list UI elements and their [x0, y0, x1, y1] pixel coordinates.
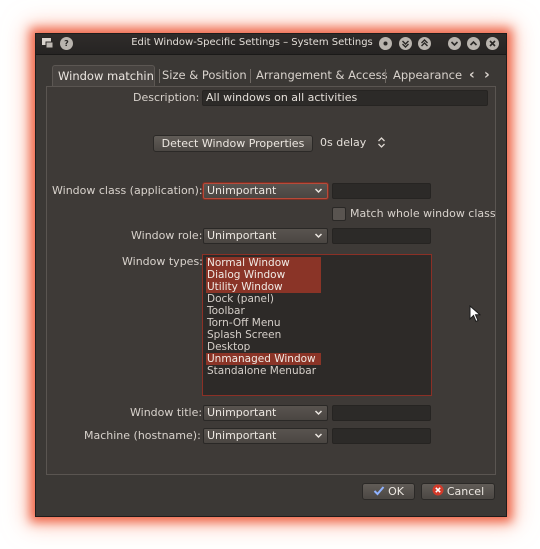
window-matching-panel: Description: All windows on all activiti… [46, 86, 496, 475]
window-role-value: Unimportant [207, 229, 277, 242]
tab-separator [385, 69, 386, 83]
on-all-desktops-icon[interactable] [379, 37, 392, 50]
window-role-label: Window role: [131, 229, 203, 242]
settings-dialog: ? Edit Window-Specific Settings – System… [35, 33, 507, 517]
tab-scroll-left-icon[interactable]: ‹ [469, 65, 475, 87]
chevron-down-icon [314, 406, 323, 425]
tab-arrangement-access[interactable]: Arrangement & Access [256, 65, 388, 87]
machine-value: Unimportant [207, 429, 277, 442]
tab-scroll-right-icon[interactable]: › [484, 65, 490, 87]
window-title-value: Unimportant [207, 406, 277, 419]
delay-spinbox[interactable]: 0s delay [317, 135, 387, 151]
window-types-list[interactable]: Normal Window Dialog Window Utility Wind… [202, 254, 432, 396]
tab-separator [250, 69, 251, 83]
tab-appearance[interactable]: Appearance & [393, 65, 466, 87]
list-item[interactable]: Dialog Window [206, 269, 321, 281]
list-item[interactable]: Normal Window [206, 257, 321, 269]
maximize-icon[interactable] [467, 37, 480, 50]
window-title-input[interactable] [332, 405, 431, 421]
cancel-label: Cancel [446, 485, 485, 498]
minimize-icon[interactable] [448, 37, 461, 50]
list-item[interactable]: Torn-Off Menu [206, 317, 321, 329]
window-title-combo[interactable]: Unimportant [203, 405, 328, 421]
cancel-button[interactable]: Cancel [421, 483, 495, 500]
tab-size-position[interactable]: Size & Position [162, 65, 247, 87]
list-item[interactable]: Dock (panel) [206, 293, 321, 305]
window-title-label: Window title: [130, 406, 203, 419]
tab-bar: Window matching Size & Position Arrangem… [46, 65, 496, 87]
delay-value: 0s delay [320, 136, 367, 149]
description-field[interactable]: All windows on all activities [202, 90, 488, 106]
list-item[interactable]: Standalone Menubar [206, 365, 321, 377]
window-class-value: Unimportant [207, 184, 277, 197]
machine-input[interactable] [332, 428, 431, 444]
list-item[interactable]: Unmanaged Window [206, 353, 321, 365]
close-icon[interactable] [486, 37, 499, 50]
help-icon[interactable]: ? [60, 37, 73, 50]
app-menu-icon[interactable] [41, 37, 54, 49]
keep-below-icon[interactable] [399, 37, 412, 50]
match-whole-class-label[interactable]: Match whole window class [350, 207, 496, 220]
chevron-down-icon [314, 184, 323, 203]
tab-separator [159, 69, 160, 83]
list-item[interactable]: Toolbar [206, 305, 321, 317]
ok-label: OK [388, 485, 404, 498]
window-title: Edit Window-Specific Settings – System S… [131, 37, 373, 48]
list-item[interactable]: Utility Window [206, 281, 321, 293]
window-types-label: Window types: [122, 255, 203, 268]
list-item[interactable]: Desktop [206, 341, 321, 353]
chevron-down-icon [314, 229, 323, 248]
chevron-down-icon [314, 429, 323, 448]
window-role-input[interactable] [332, 228, 431, 244]
titlebar[interactable]: ? Edit Window-Specific Settings – System… [36, 34, 506, 55]
window-class-combo[interactable]: Unimportant [203, 183, 328, 199]
window-class-label: Window class (application): [52, 184, 203, 197]
window-role-combo[interactable]: Unimportant [203, 228, 328, 244]
window-class-input[interactable] [332, 183, 431, 199]
machine-combo[interactable]: Unimportant [203, 428, 328, 444]
description-label: Description: [133, 91, 200, 104]
tab-window-matching[interactable]: Window matching [52, 65, 155, 87]
cancel-icon [432, 484, 444, 500]
list-item[interactable]: Splash Screen [206, 329, 321, 341]
spin-arrows-icon[interactable] [377, 136, 386, 152]
ok-button[interactable]: OK [362, 483, 415, 500]
detect-window-properties-button[interactable]: Detect Window Properties [153, 135, 313, 152]
keep-above-icon[interactable] [418, 37, 431, 50]
match-whole-class-checkbox[interactable] [332, 207, 346, 221]
description-value: All windows on all activities [206, 91, 358, 104]
machine-label: Machine (hostname): [84, 429, 201, 442]
check-icon [373, 485, 385, 500]
